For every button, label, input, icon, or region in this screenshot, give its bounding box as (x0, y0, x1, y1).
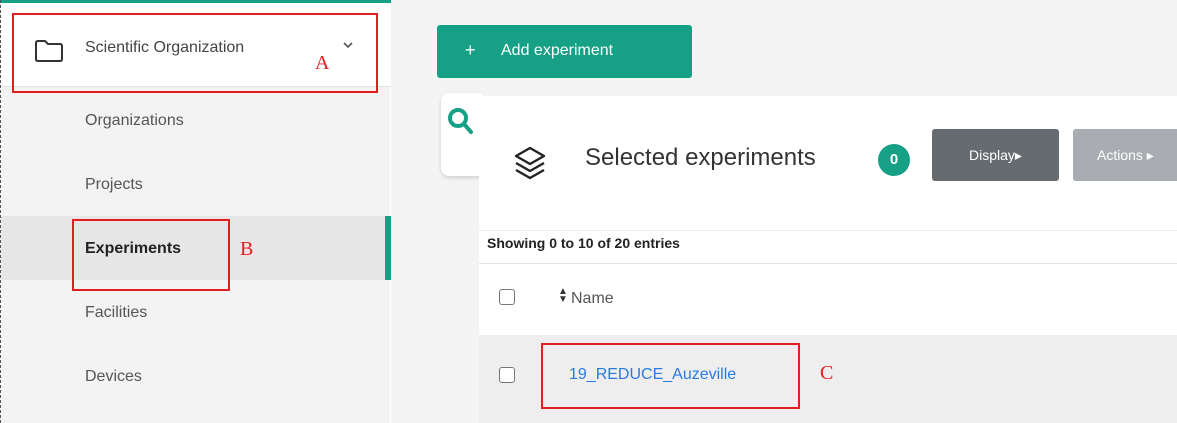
divider (479, 230, 1177, 231)
plus-icon: + (465, 40, 476, 60)
sidebar-item-organizations[interactable]: Organizations (1, 88, 391, 152)
select-all-checkbox[interactable] (499, 289, 515, 305)
sidebar-item-projects[interactable]: Projects (1, 152, 391, 216)
layers-icon (512, 144, 548, 189)
display-button[interactable]: Display▸ (932, 129, 1059, 181)
annotation-label-c: C (820, 362, 834, 384)
card-title: Selected experiments (585, 144, 816, 171)
annotation-label-b: B (240, 238, 254, 260)
entries-info: Showing 0 to 10 of 20 entries (487, 235, 680, 251)
actions-button[interactable]: Actions ▸ (1073, 129, 1177, 181)
annotation-label-a: A (315, 52, 330, 74)
sidebar-item-label: Devices (85, 368, 142, 385)
sidebar-item-label: Organizations (85, 112, 184, 129)
selected-count-badge: 0 (878, 144, 910, 176)
sidebar-item-label: Projects (85, 176, 143, 193)
search-icon (448, 108, 473, 134)
sidebar-item-devices[interactable]: Devices (1, 344, 391, 408)
annotation-box-c (541, 343, 800, 409)
sort-icon[interactable]: ▲ ▼ (558, 287, 568, 305)
table-header-row: ▲ ▼ Name (479, 263, 1177, 335)
column-header-name[interactable]: Name (571, 290, 614, 308)
add-experiment-label: Add experiment (501, 42, 614, 59)
sidebar-item-label: Facilities (85, 304, 148, 321)
annotation-box-b (72, 219, 230, 291)
add-experiment-button[interactable]: + Add experiment (437, 25, 692, 78)
row-checkbox[interactable] (499, 367, 515, 383)
